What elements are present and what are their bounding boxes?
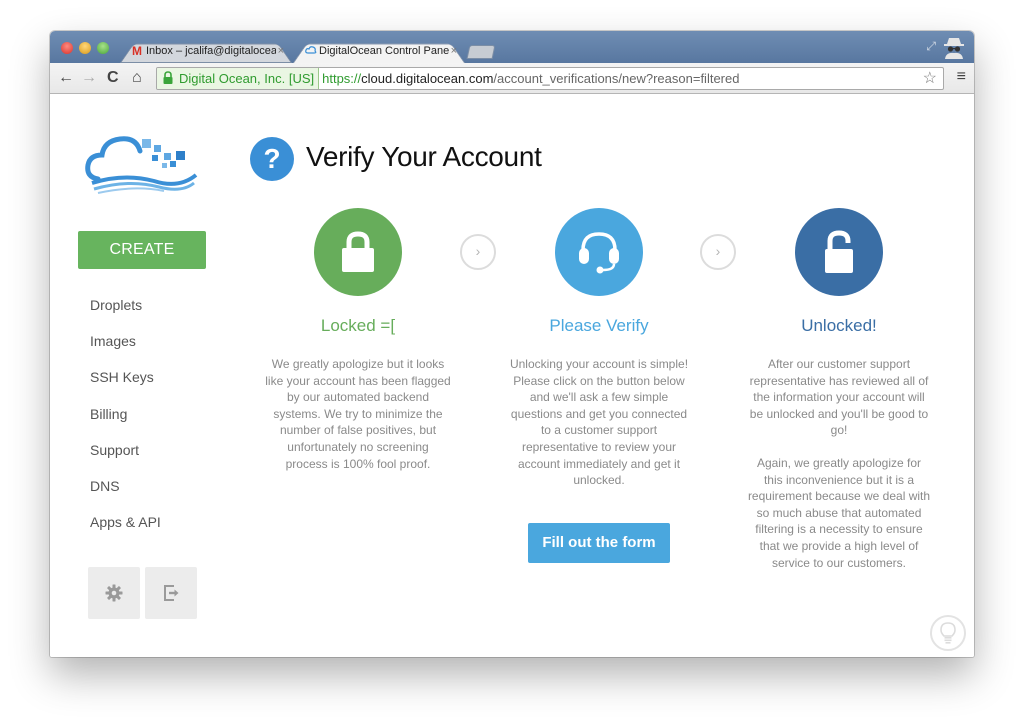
title-bar: M Inbox – jcalifa@digitalocea × DigitalO… bbox=[50, 31, 974, 63]
ev-certificate-badge[interactable]: Digital Ocean, Inc. [US] bbox=[157, 68, 320, 89]
question-icon: ? bbox=[250, 137, 294, 181]
create-button[interactable]: CREATE bbox=[78, 231, 206, 269]
step-title: Locked =[ bbox=[320, 316, 396, 335]
digitalocean-logo[interactable] bbox=[84, 133, 202, 195]
help-button[interactable] bbox=[930, 615, 966, 651]
sidebar-item-droplets[interactable]: Droplets bbox=[90, 293, 161, 329]
tab-label: DigitalOcean Control Panel bbox=[319, 45, 449, 57]
tab-gmail-inbox[interactable]: M Inbox – jcalifa@digitalocea × bbox=[120, 39, 292, 63]
step-circle bbox=[795, 208, 883, 296]
sidebar-nav: Droplets Images SSH Keys Billing Support… bbox=[90, 293, 161, 546]
sidebar-item-dns[interactable]: DNS bbox=[90, 474, 161, 510]
home-icon[interactable]: ⌂ bbox=[132, 68, 142, 88]
tab-close-icon[interactable]: × bbox=[451, 39, 457, 63]
browser-toolbar: ← → C ⌂ Digital Ocean, Inc. [US] https:/… bbox=[50, 63, 974, 94]
sidebar-item-images[interactable]: Images bbox=[90, 329, 161, 365]
step-title: Unlocked! bbox=[801, 316, 877, 335]
step-unlocked: Unlocked! After our customer support rep… bbox=[744, 208, 934, 571]
url-path: /account_verifications/new?reason=filter… bbox=[493, 71, 740, 86]
gear-icon bbox=[105, 584, 123, 602]
gmail-icon: M bbox=[132, 44, 142, 58]
sidebar-item-support[interactable]: Support bbox=[90, 438, 161, 474]
sidebar-item-ssh-keys[interactable]: SSH Keys bbox=[90, 365, 161, 401]
sidebar-item-billing[interactable]: Billing bbox=[90, 402, 161, 438]
step-circle bbox=[314, 208, 402, 296]
unlock-icon bbox=[825, 230, 853, 273]
step-please-verify: Please Verify Unlocking your account is … bbox=[504, 208, 694, 563]
tab-label: Inbox – jcalifa@digitalocea bbox=[146, 45, 276, 57]
lightbulb-icon bbox=[940, 622, 956, 644]
settings-button[interactable] bbox=[88, 567, 140, 619]
step-title: Please Verify bbox=[549, 316, 649, 335]
reload-icon[interactable]: C bbox=[107, 68, 119, 88]
tab-strip: M Inbox – jcalifa@digitalocea × DigitalO… bbox=[50, 31, 974, 63]
bookmark-star-icon[interactable]: ☆ bbox=[923, 68, 937, 89]
chevron-right-icon: › bbox=[700, 234, 736, 270]
forward-icon[interactable]: → bbox=[81, 68, 97, 88]
step-circle bbox=[555, 208, 643, 296]
step-description: Unlocking your account is simple! Please… bbox=[509, 357, 689, 488]
back-icon[interactable]: ← bbox=[58, 68, 74, 88]
address-bar[interactable]: Digital Ocean, Inc. [US] https://cloud.d… bbox=[156, 67, 944, 90]
hamburger-menu-icon[interactable]: ≡ bbox=[957, 68, 966, 86]
step-description: We greatly apologize but it looks like y… bbox=[265, 357, 451, 471]
page-content: CREATE Droplets Images SSH Keys Billing … bbox=[50, 95, 974, 657]
step-locked: Locked =[ We greatly apologize but it lo… bbox=[263, 208, 453, 472]
page-title: Verify Your Account bbox=[306, 141, 542, 172]
lock-icon bbox=[342, 231, 374, 272]
logout-button[interactable] bbox=[145, 567, 197, 619]
fill-out-form-button[interactable]: Fill out the form bbox=[528, 522, 670, 563]
sidebar-item-apps-api[interactable]: Apps & API bbox=[90, 510, 161, 546]
lock-icon bbox=[163, 71, 173, 84]
new-tab-button[interactable] bbox=[466, 45, 496, 59]
cloud-icon bbox=[305, 39, 317, 63]
tab-close-icon[interactable]: × bbox=[278, 39, 284, 63]
browser-window: M Inbox – jcalifa@digitalocea × DigitalO… bbox=[50, 31, 974, 657]
headset-icon bbox=[579, 232, 619, 274]
url-scheme: https:// bbox=[322, 71, 362, 86]
ev-label: Digital Ocean, Inc. [US] bbox=[179, 71, 315, 86]
chevron-right-icon: › bbox=[460, 234, 496, 270]
logout-icon bbox=[164, 585, 179, 601]
tab-digitalocean-control-panel[interactable]: DigitalOcean Control Panel × bbox=[293, 39, 465, 63]
url-host: cloud.digitalocean.com bbox=[361, 71, 494, 86]
step-description: After our customer support representativ… bbox=[749, 357, 929, 438]
step-description-2: Again, we greatly apologize for this inc… bbox=[747, 455, 931, 570]
